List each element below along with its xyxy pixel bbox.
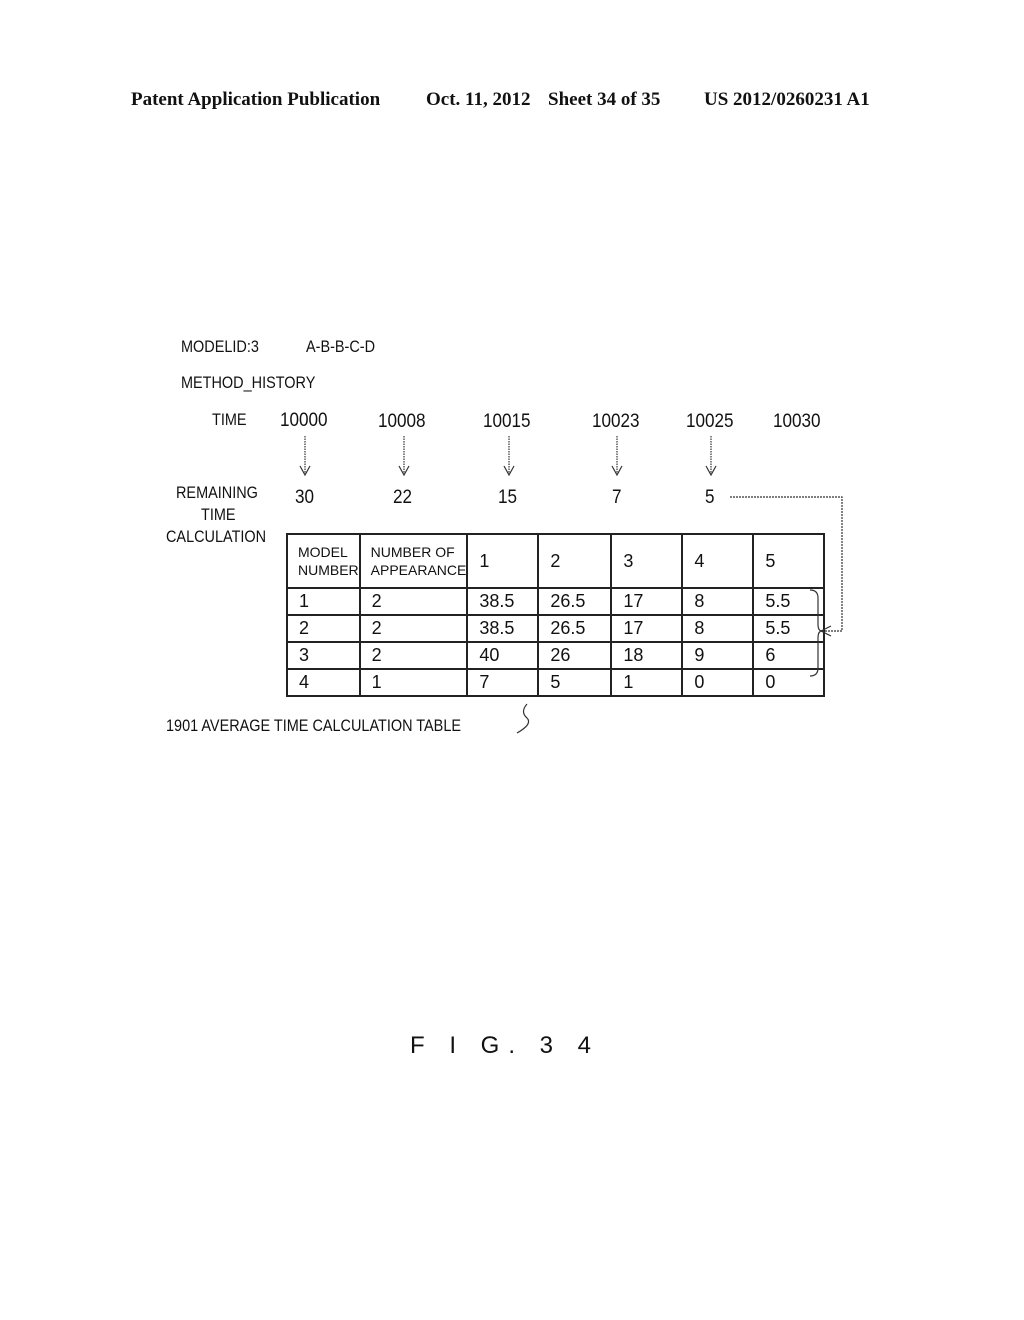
rows-brace [809, 589, 823, 677]
figure-connectors [516, 496, 843, 734]
table-caption: 1901 AVERAGE TIME CALCULATION TABLE [166, 716, 462, 735]
connector-line [730, 496, 843, 632]
caption-leader [516, 703, 530, 734]
figure-label: F I G. 3 4 [410, 1032, 601, 1059]
